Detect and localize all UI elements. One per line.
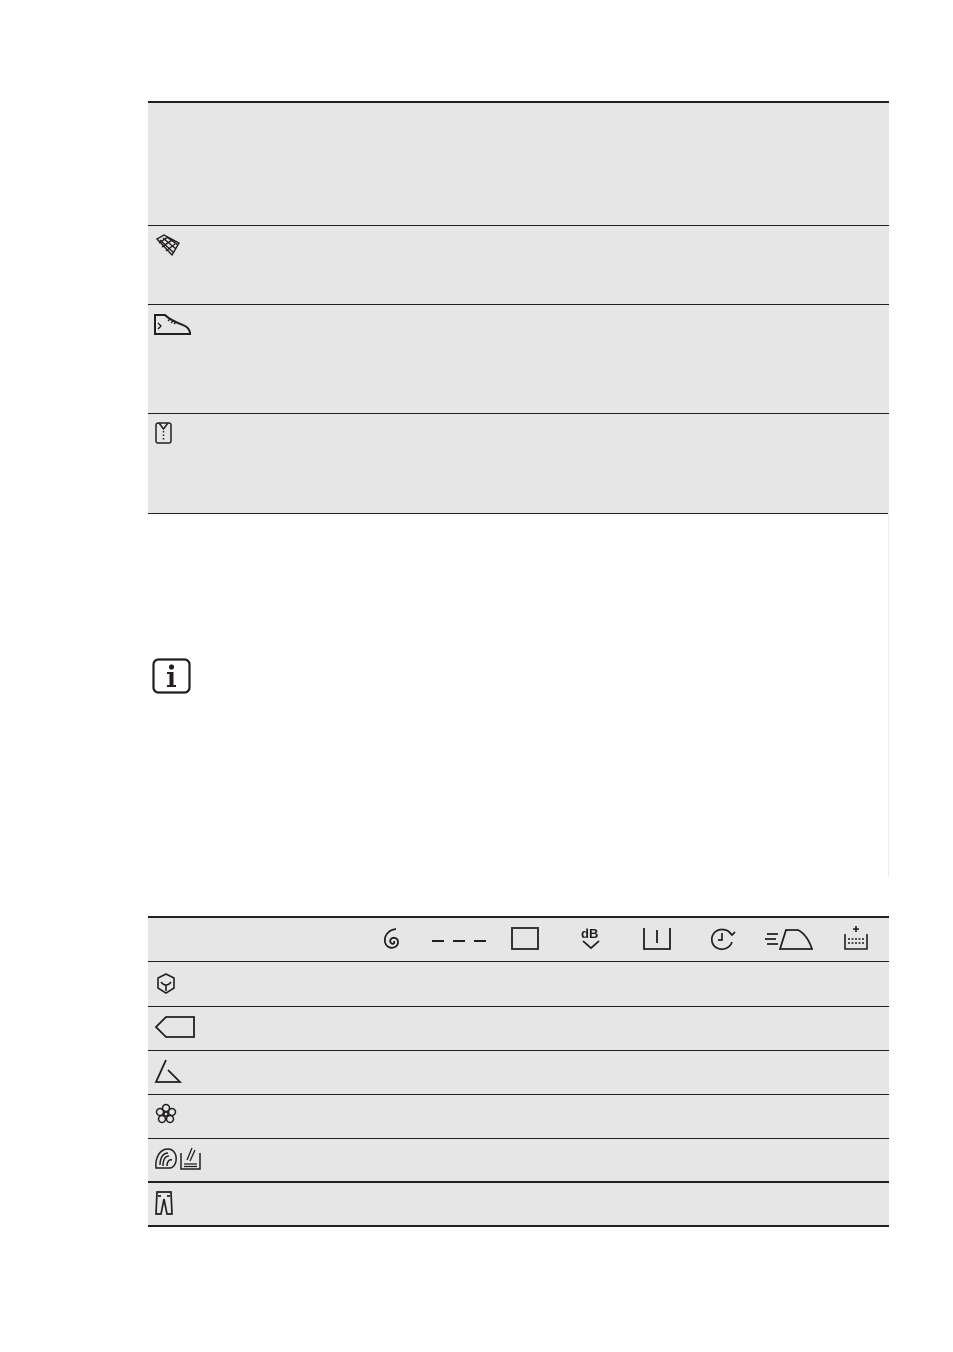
extra-rinse-icon	[843, 925, 869, 951]
options-bottom-rule	[148, 1225, 889, 1227]
shirt-icon	[154, 421, 174, 445]
info-icon	[152, 658, 191, 694]
options-row-synthetic	[148, 1051, 889, 1094]
drain-tub-icon	[642, 927, 672, 951]
rinse-tub-icon	[510, 927, 540, 951]
table-row-sneaker	[148, 305, 889, 413]
eco-icon	[155, 972, 177, 996]
iron-icon	[764, 927, 814, 951]
timer-icon	[709, 926, 737, 952]
table-row-shirt	[148, 414, 889, 513]
options-row-eco	[148, 962, 889, 1006]
options-row-tag	[148, 1007, 889, 1050]
jeans-icon	[154, 1190, 174, 1216]
options-row-jeans	[148, 1183, 889, 1225]
wool-handwash-icon	[154, 1145, 202, 1171]
margin-line	[888, 513, 889, 877]
synthetic-triangle-icon	[154, 1058, 182, 1084]
table-row-header	[148, 103, 889, 225]
dashes-icon	[431, 937, 487, 945]
tag-icon	[154, 1015, 196, 1039]
svg-text:dB: dB	[581, 926, 598, 941]
sneaker-icon	[153, 312, 193, 338]
spiral-icon	[382, 927, 404, 951]
flower-icon	[155, 1103, 177, 1125]
table-bottom-rule	[148, 513, 889, 514]
db-quiet-icon: dB	[578, 926, 604, 952]
net-bag-icon	[154, 233, 182, 257]
options-row-wool	[148, 1139, 889, 1181]
options-row-flower	[148, 1095, 889, 1138]
table-row-net-bag	[148, 226, 889, 304]
